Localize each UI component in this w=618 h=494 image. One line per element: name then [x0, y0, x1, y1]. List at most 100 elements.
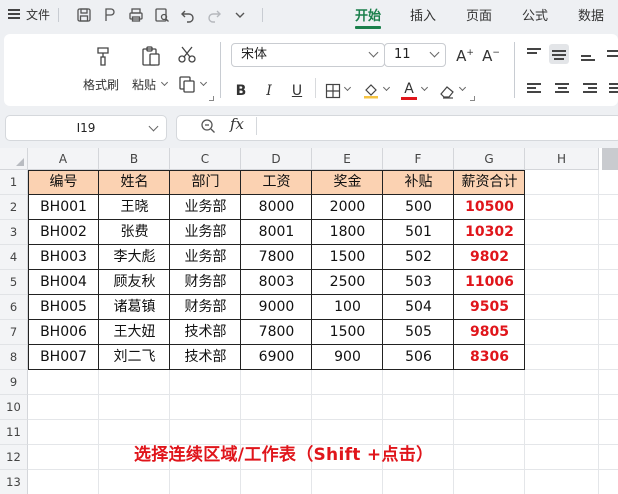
align-left-icon[interactable] [524, 78, 544, 98]
total-salary-cell[interactable]: 10302 [454, 220, 525, 245]
table-cell[interactable]: 王晓 [99, 195, 170, 220]
table-cell[interactable]: 505 [383, 320, 454, 345]
font-launcher-icon[interactable] [470, 96, 475, 101]
chevron-down-icon[interactable] [148, 121, 159, 132]
total-salary-cell[interactable]: 11006 [454, 270, 525, 295]
total-salary-cell[interactable]: 10500 [454, 195, 525, 220]
column-header-a[interactable]: A [28, 148, 99, 170]
table-cell[interactable]: 技术部 [170, 345, 241, 370]
table-cell[interactable]: BH007 [28, 345, 99, 370]
tab-insert[interactable]: 插入 [410, 5, 436, 24]
total-salary-cell[interactable]: 9805 [454, 320, 525, 345]
underline-button[interactable]: U [286, 80, 308, 102]
row-header-12[interactable]: 12 [0, 445, 28, 470]
row-header-2[interactable]: 2 [0, 195, 28, 220]
table-cell[interactable]: 技术部 [170, 320, 241, 345]
redo-icon[interactable] [204, 5, 224, 25]
align-middle-icon[interactable] [549, 44, 569, 64]
fill-color-dropdown-arrow[interactable] [382, 83, 391, 92]
font-name-select[interactable]: 宋体 [231, 43, 385, 67]
table-cell[interactable]: 8000 [241, 195, 312, 220]
decrease-font-size-icon[interactable]: A− [480, 42, 502, 65]
table-cell[interactable]: 9000 [241, 295, 312, 320]
table-cell[interactable]: 李大彪 [99, 245, 170, 270]
table-cell[interactable]: 504 [383, 295, 454, 320]
font-color-dropdown-arrow[interactable] [420, 83, 429, 92]
format-painter-label[interactable]: 格式刷 [83, 76, 119, 93]
header-cell[interactable]: 姓名 [99, 170, 170, 195]
clear-dropdown-arrow[interactable] [458, 83, 467, 92]
table-cell[interactable]: 6900 [241, 345, 312, 370]
save-icon[interactable] [74, 5, 94, 25]
row-header-8[interactable]: 8 [0, 345, 28, 370]
bold-button[interactable]: B [230, 80, 252, 102]
fill-color-icon[interactable] [360, 80, 382, 102]
font-color-icon[interactable]: A [398, 80, 420, 102]
table-cell[interactable]: BH004 [28, 270, 99, 295]
tab-page[interactable]: 页面 [466, 5, 492, 24]
table-cell[interactable]: 财务部 [170, 270, 241, 295]
print-icon[interactable] [126, 5, 146, 25]
print-preview-icon[interactable] [152, 5, 172, 25]
table-cell[interactable]: 2500 [312, 270, 383, 295]
header-cell[interactable]: 补贴 [383, 170, 454, 195]
paste-dropdown-arrow[interactable] [160, 78, 169, 87]
row-header-1[interactable]: 1 [0, 170, 28, 195]
format-painter-icon[interactable] [90, 44, 116, 68]
table-cell[interactable]: 财务部 [170, 295, 241, 320]
table-cell[interactable]: 刘二飞 [99, 345, 170, 370]
table-cell[interactable]: 503 [383, 270, 454, 295]
header-cell[interactable]: 工资 [241, 170, 312, 195]
table-cell[interactable]: 500 [383, 195, 454, 220]
table-cell[interactable]: BH003 [28, 245, 99, 270]
increase-font-size-icon[interactable]: A+ [454, 42, 476, 65]
more-chevron-down-icon[interactable] [230, 5, 250, 25]
table-cell[interactable]: 王大妞 [99, 320, 170, 345]
italic-button[interactable]: I [258, 80, 280, 102]
table-cell[interactable]: 业务部 [170, 220, 241, 245]
hamburger-menu-icon[interactable] [8, 9, 20, 19]
table-cell[interactable]: 1500 [312, 245, 383, 270]
clipboard-launcher-icon[interactable] [209, 96, 214, 101]
zoom-search-icon[interactable] [200, 118, 216, 134]
select-all-corner[interactable] [0, 148, 28, 170]
table-cell[interactable]: 506 [383, 345, 454, 370]
table-cell[interactable]: 7800 [241, 320, 312, 345]
total-salary-cell[interactable]: 9802 [454, 245, 525, 270]
copy-dropdown-arrow[interactable] [199, 78, 208, 87]
table-cell[interactable]: 业务部 [170, 245, 241, 270]
table-cell[interactable]: 100 [312, 295, 383, 320]
undo-icon[interactable] [178, 5, 198, 25]
cut-icon[interactable] [176, 44, 198, 64]
total-salary-cell[interactable]: 9505 [454, 295, 525, 320]
paste-icon[interactable] [138, 44, 164, 68]
tab-data[interactable]: 数据 [578, 5, 604, 24]
column-header-h[interactable]: H [525, 148, 599, 170]
column-header-c[interactable]: C [170, 148, 241, 170]
header-cell[interactable]: 编号 [28, 170, 99, 195]
column-header-b[interactable]: B [99, 148, 170, 170]
tab-home[interactable]: 开始 [355, 5, 381, 24]
paste-label[interactable]: 粘贴 [132, 76, 156, 93]
clear-format-eraser-icon[interactable] [436, 80, 458, 102]
table-cell[interactable]: 7800 [241, 245, 312, 270]
table-cell[interactable]: 1500 [312, 320, 383, 345]
column-header-d[interactable]: D [241, 148, 312, 170]
row-header-6[interactable]: 6 [0, 295, 28, 320]
row-header-5[interactable]: 5 [0, 270, 28, 295]
row-header-7[interactable]: 7 [0, 320, 28, 345]
borders-dropdown-arrow[interactable] [343, 83, 352, 92]
table-cell[interactable]: 业务部 [170, 195, 241, 220]
table-cell[interactable]: BH005 [28, 295, 99, 320]
table-cell[interactable]: 900 [312, 345, 383, 370]
borders-icon[interactable] [322, 80, 344, 102]
font-size-select[interactable]: 11 [384, 43, 446, 67]
row-header-10[interactable]: 10 [0, 395, 28, 420]
row-header-11[interactable]: 11 [0, 420, 28, 445]
row-header-4[interactable]: 4 [0, 245, 28, 270]
copy-icon[interactable] [176, 74, 198, 94]
column-header-f[interactable]: F [383, 148, 454, 170]
column-header-g[interactable]: G [454, 148, 525, 170]
table-cell[interactable]: 张费 [99, 220, 170, 245]
table-cell[interactable]: BH006 [28, 320, 99, 345]
